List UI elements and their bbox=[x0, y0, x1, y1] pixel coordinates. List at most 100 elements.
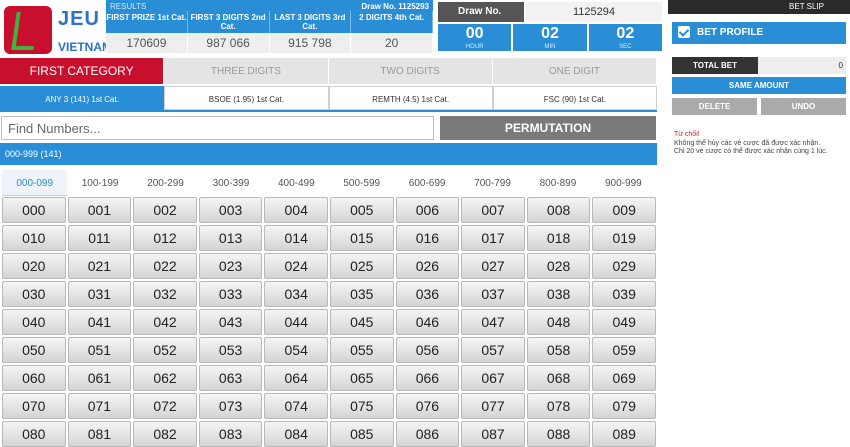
number-button[interactable]: 005 bbox=[329, 197, 394, 223]
number-button[interactable]: 088 bbox=[526, 421, 591, 447]
number-button[interactable]: 004 bbox=[264, 197, 328, 223]
number-button[interactable]: 074 bbox=[264, 393, 328, 419]
number-button[interactable]: 032 bbox=[133, 281, 197, 307]
number-button[interactable]: 061 bbox=[67, 365, 132, 391]
number-button[interactable]: 016 bbox=[395, 225, 460, 251]
number-button[interactable]: 084 bbox=[264, 421, 328, 447]
number-button[interactable]: 089 bbox=[592, 421, 656, 447]
tab-three-digits[interactable]: THREE DIGITS bbox=[164, 58, 329, 84]
range-tab[interactable]: 000-099 bbox=[2, 170, 68, 196]
checkbox-icon[interactable] bbox=[678, 26, 690, 38]
number-button[interactable]: 044 bbox=[264, 309, 328, 335]
number-button[interactable]: 053 bbox=[198, 337, 263, 363]
number-button[interactable]: 007 bbox=[461, 197, 525, 223]
number-button[interactable]: 018 bbox=[526, 225, 591, 251]
number-button[interactable]: 024 bbox=[264, 253, 328, 279]
number-button[interactable]: 026 bbox=[395, 253, 460, 279]
number-button[interactable]: 006 bbox=[395, 197, 460, 223]
number-button[interactable]: 073 bbox=[198, 393, 263, 419]
number-button[interactable]: 042 bbox=[133, 309, 197, 335]
number-button[interactable]: 080 bbox=[2, 421, 66, 447]
number-button[interactable]: 062 bbox=[133, 365, 197, 391]
number-button[interactable]: 065 bbox=[329, 365, 394, 391]
number-button[interactable]: 040 bbox=[2, 309, 66, 335]
number-button[interactable]: 076 bbox=[395, 393, 460, 419]
delete-button[interactable]: DELETE bbox=[672, 98, 757, 115]
range-tab[interactable]: 300-399 bbox=[198, 170, 263, 196]
number-button[interactable]: 001 bbox=[67, 197, 132, 223]
number-button[interactable]: 022 bbox=[133, 253, 197, 279]
number-button[interactable]: 029 bbox=[592, 253, 656, 279]
bet-profile-toggle[interactable]: BET PROFILE bbox=[672, 22, 846, 44]
range-tab[interactable]: 700-799 bbox=[460, 170, 525, 196]
number-button[interactable]: 030 bbox=[2, 281, 66, 307]
number-button[interactable]: 051 bbox=[67, 337, 132, 363]
number-button[interactable]: 046 bbox=[395, 309, 460, 335]
tab-first-category[interactable]: FIRST CATEGORY bbox=[0, 58, 165, 84]
range-tab[interactable]: 600-699 bbox=[394, 170, 459, 196]
number-button[interactable]: 012 bbox=[133, 225, 197, 251]
number-button[interactable]: 014 bbox=[264, 225, 328, 251]
number-button[interactable]: 000 bbox=[2, 197, 66, 223]
number-button[interactable]: 081 bbox=[67, 421, 132, 447]
tab-one-digit[interactable]: ONE DIGIT bbox=[492, 58, 657, 84]
number-button[interactable]: 039 bbox=[592, 281, 656, 307]
number-button[interactable]: 038 bbox=[526, 281, 591, 307]
number-button[interactable]: 078 bbox=[526, 393, 591, 419]
number-button[interactable]: 067 bbox=[461, 365, 525, 391]
number-button[interactable]: 069 bbox=[592, 365, 656, 391]
number-button[interactable]: 017 bbox=[461, 225, 525, 251]
number-button[interactable]: 015 bbox=[329, 225, 394, 251]
number-button[interactable]: 087 bbox=[461, 421, 525, 447]
number-button[interactable]: 050 bbox=[2, 337, 66, 363]
number-button[interactable]: 085 bbox=[329, 421, 394, 447]
number-button[interactable]: 036 bbox=[395, 281, 460, 307]
tab-fsc[interactable]: FSC (90) 1st Cat. bbox=[492, 86, 657, 110]
number-button[interactable]: 060 bbox=[2, 365, 66, 391]
range-tab[interactable]: 200-299 bbox=[133, 170, 198, 196]
number-button[interactable]: 034 bbox=[264, 281, 328, 307]
number-button[interactable]: 056 bbox=[395, 337, 460, 363]
number-button[interactable]: 023 bbox=[198, 253, 263, 279]
number-button[interactable]: 059 bbox=[592, 337, 656, 363]
range-tab[interactable]: 400-499 bbox=[264, 170, 329, 196]
number-button[interactable]: 027 bbox=[461, 253, 525, 279]
same-amount-button[interactable]: SAME AMOUNT bbox=[672, 77, 846, 94]
number-button[interactable]: 010 bbox=[2, 225, 66, 251]
find-numbers-input[interactable] bbox=[1, 116, 434, 140]
number-button[interactable]: 072 bbox=[133, 393, 197, 419]
number-button[interactable]: 086 bbox=[395, 421, 460, 447]
number-button[interactable]: 063 bbox=[198, 365, 263, 391]
number-button[interactable]: 025 bbox=[329, 253, 394, 279]
range-tab[interactable]: 800-899 bbox=[525, 170, 590, 196]
number-button[interactable]: 055 bbox=[329, 337, 394, 363]
tab-any-3[interactable]: ANY 3 (141) 1st Cat. bbox=[0, 86, 165, 110]
number-button[interactable]: 052 bbox=[133, 337, 197, 363]
number-button[interactable]: 008 bbox=[526, 197, 591, 223]
number-button[interactable]: 020 bbox=[2, 253, 66, 279]
number-button[interactable]: 071 bbox=[67, 393, 132, 419]
range-tab[interactable]: 500-599 bbox=[329, 170, 394, 196]
tab-remth[interactable]: REMTH (4.5) 1st Cat. bbox=[328, 86, 493, 110]
number-button[interactable]: 079 bbox=[592, 393, 656, 419]
number-button[interactable]: 054 bbox=[264, 337, 328, 363]
number-button[interactable]: 070 bbox=[2, 393, 66, 419]
number-button[interactable]: 075 bbox=[329, 393, 394, 419]
number-button[interactable]: 003 bbox=[198, 197, 263, 223]
number-button[interactable]: 037 bbox=[461, 281, 525, 307]
range-tab[interactable]: 900-999 bbox=[591, 170, 656, 196]
number-button[interactable]: 066 bbox=[395, 365, 460, 391]
number-button[interactable]: 064 bbox=[264, 365, 328, 391]
number-button[interactable]: 033 bbox=[198, 281, 263, 307]
number-button[interactable]: 058 bbox=[526, 337, 591, 363]
number-button[interactable]: 049 bbox=[592, 309, 656, 335]
number-button[interactable]: 083 bbox=[198, 421, 263, 447]
number-button[interactable]: 028 bbox=[526, 253, 591, 279]
number-button[interactable]: 041 bbox=[67, 309, 132, 335]
number-button[interactable]: 068 bbox=[526, 365, 591, 391]
number-button[interactable]: 047 bbox=[461, 309, 525, 335]
number-button[interactable]: 009 bbox=[592, 197, 656, 223]
permutation-button[interactable]: PERMUTATION bbox=[440, 116, 656, 140]
number-button[interactable]: 057 bbox=[461, 337, 525, 363]
number-button[interactable]: 043 bbox=[198, 309, 263, 335]
